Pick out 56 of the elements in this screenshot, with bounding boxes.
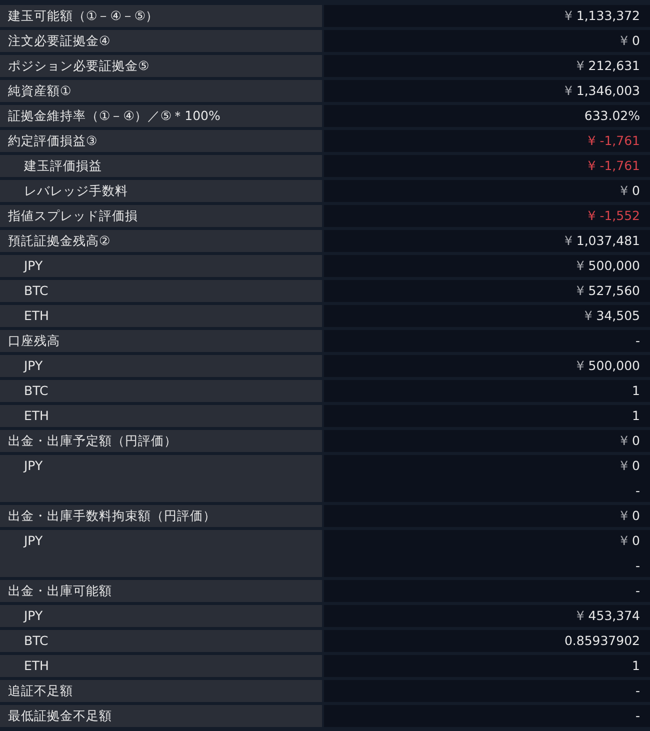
row-value: - [635,482,640,500]
row-label: 出金・出庫予定額（円評価） [8,432,177,450]
row-label: JPY [22,532,43,550]
row-label: 出金・出庫可能額 [8,582,112,600]
row-value: ¥ 212,631 [576,57,640,75]
row-value: - [635,707,640,725]
row-value: ¥ 500,000 [576,257,640,275]
row-label: ETH [23,407,49,425]
row-value: ¥ -1,552 [588,207,640,225]
row-value: ¥ 500,000 [576,357,640,375]
row-label: JPY [22,607,43,625]
row-label: 約定評価損益③ [8,132,98,150]
row-label: ポジション必要証拠金⑤ [8,57,150,75]
row-value: 0.85937902 [564,632,640,650]
row-label: BTC [23,632,48,650]
row-label: ETH [23,657,49,675]
row-value: ¥ 1,037,481 [564,232,640,250]
row-value: 1 [632,657,640,675]
row-label: JPY [22,457,43,475]
row-value: 1 [632,382,640,400]
row-label: 純資産額① [8,82,72,100]
row-label: 出金・出庫手数料拘束額（円評価） [8,507,216,525]
row-value: - [635,682,640,700]
row-value: ¥ 0 [620,507,640,525]
row-value: ¥ 34,505 [584,307,640,325]
row-value: ¥ 0 [620,532,640,550]
row-label: BTC [23,282,48,300]
row-value: ¥ 0 [620,32,640,50]
row-label: 建玉評価損益 [23,157,102,175]
row-value: ¥ 0 [620,432,640,450]
row-value: 633.02% [584,107,640,125]
row-label: ETH [23,307,49,325]
row-value: ¥ -1,761 [588,157,640,175]
row-value: ¥ 453,374 [576,607,640,625]
row-label: JPY [22,357,43,375]
row-value: - [635,332,640,350]
row-label: 最低証拠金不足額 [8,707,112,725]
row-value: 1 [632,407,640,425]
row-value: - [635,582,640,600]
row-value: - [635,557,640,575]
row-label: 指値スプレッド評価損 [8,207,138,225]
row-label: 証拠金維持率（①－④）／⑤＊100% [8,107,220,125]
row-label: BTC [23,382,48,400]
row-value: ¥ 527,560 [576,282,640,300]
row-label: 追証不足額 [8,682,73,700]
row-label: レバレッジ手数料 [23,182,128,200]
row-label: JPY [22,257,43,275]
row-value: ¥ 0 [620,457,640,475]
row-label: 口座残高 [8,332,60,350]
row-label: 預託証拠金残高② [8,232,110,250]
row-label: 注文必要証拠金④ [8,32,110,50]
row-value: ¥ -1,761 [588,132,640,150]
row-value: ¥ 1,346,003 [564,82,640,100]
row-value: ¥ 0 [620,182,640,200]
row-label: 建玉可能額（①－④－⑤） [8,7,159,25]
row-value: ¥ 1,133,372 [564,7,640,25]
